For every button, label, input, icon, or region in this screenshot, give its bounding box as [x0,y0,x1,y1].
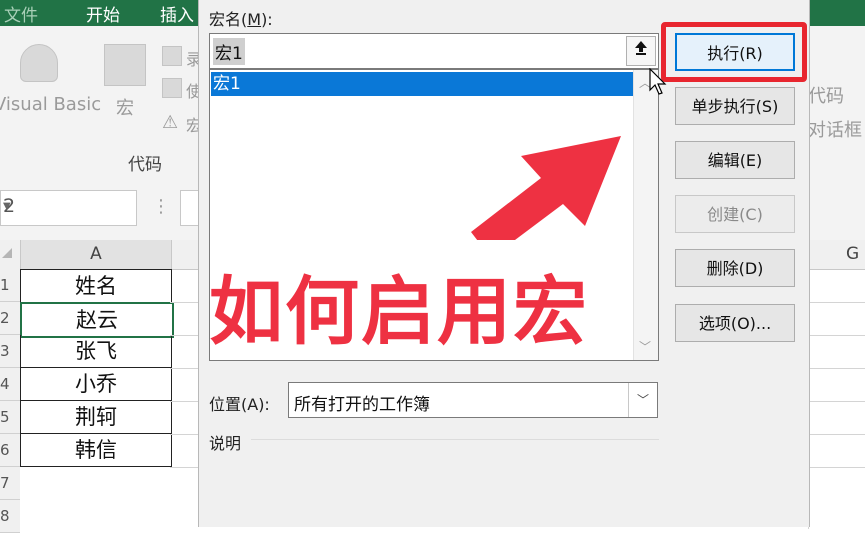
row-number[interactable]: 8 [0,500,20,533]
mouse-cursor-icon [649,68,667,95]
table-cell[interactable]: 荆轲 [20,401,172,434]
gridline [808,302,865,303]
row-number[interactable]: 2 [0,302,20,335]
chevron-down-icon[interactable]: ﹀ [628,383,657,417]
gridline [808,434,865,435]
create-button[interactable]: 创建(C) [675,195,795,233]
tab-home[interactable]: 开始 [86,1,120,26]
gridline [170,302,198,303]
row-number[interactable]: 1 [0,269,20,302]
macro-name-accesskey: M [247,10,262,29]
tab-file[interactable]: 文件 [4,1,38,26]
description-label: 说明 [209,434,242,453]
red-arrow-icon [471,136,621,240]
record-macro-icon [162,46,182,66]
visual-basic-icon [20,44,58,82]
row-number[interactable]: 5 [0,401,20,434]
description-divider [251,439,659,440]
scroll-down-icon[interactable]: ﹀ [639,338,651,355]
gridline [170,467,198,468]
gridline [808,401,865,402]
macro-name-label: 宏名(M): [209,6,273,30]
right-ribbon-label-1[interactable]: 代码 [808,82,844,108]
upload-arrow-icon[interactable] [626,36,656,66]
edit-button[interactable]: 编辑(E) [675,141,795,179]
macro-name-input[interactable]: 宏1 [209,33,659,69]
tab-insert[interactable]: 插入 [160,1,194,26]
delete-button[interactable]: 删除(D) [675,249,795,287]
row-number[interactable]: 4 [0,368,20,401]
right-ribbon-label-2[interactable]: 对话框 [808,116,862,142]
list-item[interactable]: 宏1 [211,72,634,96]
gridline [170,335,198,336]
select-all-corner[interactable] [2,248,12,258]
column-header-g[interactable]: G [846,240,859,269]
row-number[interactable]: 7 [0,467,20,500]
row-number[interactable]: 3 [0,335,20,368]
formula-bar-grip-icon: ⋮ [152,196,170,217]
warning-icon: ⚠ [162,112,179,133]
macros-icon [104,44,146,86]
location-select[interactable]: 所有打开的工作簿 ﹀ [288,382,658,418]
macros-button[interactable]: 宏 [116,94,134,120]
ribbon-group-label: 代码 [128,155,162,175]
location-value: 所有打开的工作簿 [294,395,430,415]
gridline [170,401,198,402]
macro-name-value: 宏1 [213,38,245,65]
table-cell[interactable]: 韩信 [20,434,172,467]
macro-name-label-text: 宏名( [209,10,248,29]
table-cell-selected[interactable]: 赵云 [20,302,174,338]
row-number[interactable]: 6 [0,434,20,467]
relative-ref-icon [162,78,182,98]
macro-name-label-end: ): [261,10,273,29]
overlay-title: 如何启用宏 [209,269,589,355]
scrollbar[interactable]: ︿ ﹀ [633,70,658,360]
location-label: 位置(A): [209,395,270,414]
column-header-a[interactable]: A [20,240,172,269]
visual-basic-button[interactable]: Visual Basic [0,94,101,115]
table-cell[interactable]: 小乔 [20,368,172,401]
table-cell[interactable]: 姓名 [20,269,172,303]
options-button[interactable]: 选项(O)... [675,304,795,342]
name-box[interactable]: 2 ▼ [0,190,137,226]
macro-dialog: 宏名(M): 宏1 宏1 ︿ ﹀ 如何启用宏 执行(R) 单步执行(S) 编辑(… [198,0,810,527]
run-button[interactable]: 执行(R) [675,33,795,71]
gridline [170,434,198,435]
gridline [808,467,865,468]
gridline [170,368,198,369]
table-cell[interactable]: 张飞 [20,335,172,368]
chevron-down-icon[interactable]: ▼ [3,201,128,212]
step-into-button[interactable]: 单步执行(S) [675,87,795,125]
gridline [808,368,865,369]
gridline [808,335,865,336]
